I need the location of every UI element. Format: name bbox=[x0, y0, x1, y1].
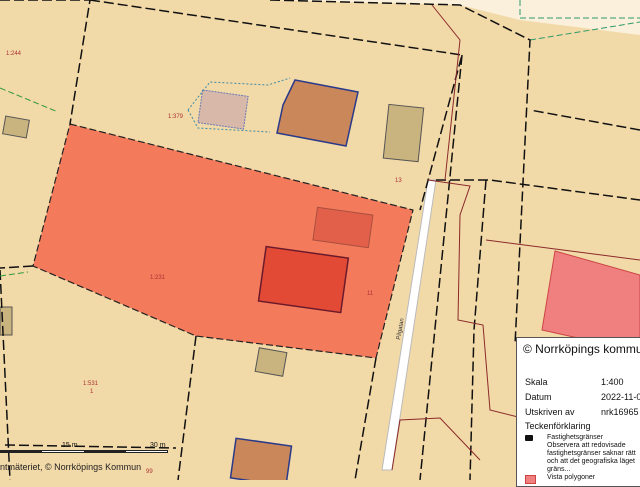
legend-row-scale: Skala 1:400 bbox=[525, 377, 624, 387]
legend-item-boundaries: Fastighetsgränser Observera att redovisa… bbox=[525, 434, 636, 474]
scale-label: 30 m bbox=[150, 442, 166, 449]
parcel-label: 1:231 bbox=[150, 275, 166, 281]
legend-panel: © Norrköpings kommun Skala 1:400 Datum 2… bbox=[516, 337, 640, 487]
legend-row-date: Datum 2022-11-0 bbox=[525, 392, 640, 402]
parcel-label: 13 bbox=[395, 178, 402, 184]
map-attribution: ntmäteriet, © Norrköpings Kommun bbox=[0, 462, 142, 472]
legend-subtitle: Teckenförklaring bbox=[525, 421, 591, 431]
scale-bar: 15 m 30 m bbox=[0, 442, 175, 458]
scale-label: 15 m bbox=[62, 442, 78, 449]
parcel-label: 99 bbox=[146, 469, 153, 475]
parcel-label: 1:531 bbox=[83, 381, 99, 387]
parcel-label: 1:244 bbox=[6, 51, 22, 57]
legend-row-printed-by: Utskriven av nrk16965 bbox=[525, 407, 639, 417]
parcel-label: 1:379 bbox=[168, 114, 184, 120]
legend-item-vista: Vista polygoner bbox=[525, 474, 595, 484]
parcel-label: 11 bbox=[367, 291, 374, 297]
highlight-building bbox=[257, 245, 350, 314]
legend-info: Skala 1:400 Datum 2022-11-0 Utskriven av… bbox=[525, 375, 640, 420]
boundary-symbol-icon bbox=[525, 435, 533, 441]
legend-title: © Norrköpings kommun bbox=[523, 342, 640, 356]
